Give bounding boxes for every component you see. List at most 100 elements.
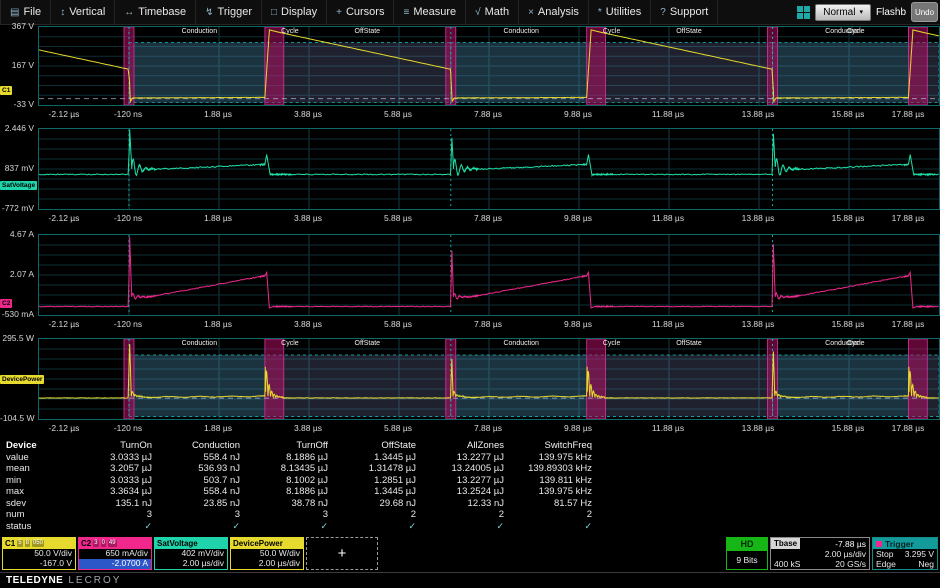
descriptor-badge: 0 <box>101 540 106 547</box>
y-axis-label: 167 V <box>0 60 34 70</box>
descriptor-line: -167.0 V <box>3 559 75 569</box>
descriptor-c1[interactable]: C15805050.0 V/div-167.0 V <box>2 537 76 570</box>
waveform-plot <box>39 27 939 105</box>
x-axis-label: 5.88 µs <box>353 213 443 223</box>
waveform-plot <box>39 129 939 209</box>
table-cell: 139.89303 kHz <box>504 463 592 475</box>
descriptor-devicepower[interactable]: DevicePower50.0 W/div2.00 µs/div <box>230 537 304 570</box>
waveform-grid-c2-current[interactable] <box>38 234 940 316</box>
trigger-source-swatch <box>876 541 882 547</box>
x-axis-label: 13.88 µs <box>713 213 803 223</box>
y-axis-label: 295.5 W <box>0 333 34 343</box>
table-cell: 1.31478 µJ <box>328 463 416 475</box>
x-axis-label: 3.88 µs <box>263 213 353 223</box>
table-row-label: status <box>6 521 64 533</box>
trigger-label: Trigger <box>885 539 914 549</box>
hd-bits: 9 Bits <box>727 551 767 569</box>
table-cell: 1.3445 µJ <box>328 452 416 464</box>
table-status-icon: ✓ <box>416 521 504 533</box>
bottom-spacer <box>380 537 724 570</box>
x-axis-labels: -2.12 µs-120 ns1.88 µs3.88 µs5.88 µs7.88… <box>0 106 940 124</box>
table-status-icon: ✓ <box>240 521 328 533</box>
table-cell: 3 <box>64 509 152 521</box>
channel-badge-c1-voltage[interactable]: C1 <box>0 86 12 95</box>
descriptor-badge: 3 <box>93 540 98 547</box>
descriptor-line: 2.00 µs/div <box>231 559 303 569</box>
panel-devicepower: 295.5 W95.5 W-104.5 WDevicePowerConducti… <box>0 338 940 440</box>
table-corner: Device <box>6 440 64 452</box>
descriptor-body: 650 mA/div-2.0700 A <box>79 549 151 569</box>
zone-label-conduction: Conduction <box>182 28 217 35</box>
table-col-header: TurnOff <box>240 440 328 452</box>
zone-label-conduction: Conduction <box>503 340 538 347</box>
table-cell: 3.3634 µJ <box>64 486 152 498</box>
tbase-samples: 400 kS <box>774 559 800 569</box>
x-axis-label: 17.88 µs <box>863 319 940 329</box>
waveform-grid-c1-voltage[interactable]: ConductionCycleOffStateConductionCycleOf… <box>38 26 940 106</box>
table-cell: 536.93 nJ <box>152 463 240 475</box>
trigger-header: Trigger <box>873 538 937 549</box>
y-axis-label: 4.67 A <box>0 229 34 239</box>
hd-indicator: HD9 Bits <box>726 537 768 570</box>
descriptor-body: 50.0 V/div-167.0 V <box>3 549 75 569</box>
x-axis-label: 5.88 µs <box>353 109 443 119</box>
descriptor-badge: 050 <box>32 540 44 547</box>
table-cell: 3.0333 µJ <box>64 452 152 464</box>
table-cell: 503.7 nJ <box>152 475 240 487</box>
x-axis-label: 7.88 µs <box>443 109 533 119</box>
descriptor-bar: C15805050.0 V/div-167.0 VC23049650 mA/di… <box>0 537 940 570</box>
x-axis-label: 1.88 µs <box>173 319 263 329</box>
logo-lecroy: LECROY <box>68 575 121 586</box>
add-trace-button[interactable]: + <box>306 537 378 570</box>
table-cell: 1.3445 µJ <box>328 486 416 498</box>
x-axis-label: 9.88 µs <box>533 319 623 329</box>
table-cell: 23.85 nJ <box>152 498 240 510</box>
x-axis-labels: -2.12 µs-120 ns1.88 µs3.88 µs5.88 µs7.88… <box>0 210 940 228</box>
tbase-rate: 20 GS/s <box>835 559 866 569</box>
x-axis-label: 3.88 µs <box>263 109 353 119</box>
x-axis-label: 13.88 µs <box>713 423 803 433</box>
x-axis-label: 7.88 µs <box>443 319 533 329</box>
descriptor-satvoltage[interactable]: SatVoltage402 mV/div2.00 µs/div <box>154 537 228 570</box>
waveform-plot <box>39 235 939 315</box>
x-axis-label: -120 ns <box>83 213 173 223</box>
x-axis-label: 5.88 µs <box>353 319 443 329</box>
table-cell: 135.1 nJ <box>64 498 152 510</box>
descriptor-line: 2.00 µs/div <box>155 559 227 569</box>
trigger-row-right: Neg <box>918 559 934 569</box>
waveform-grid-satvoltage[interactable] <box>38 128 940 210</box>
table-cell: 13.2277 µJ <box>416 452 504 464</box>
descriptor-body: 50.0 W/div2.00 µs/div <box>231 549 303 569</box>
x-axis-label: -120 ns <box>83 109 173 119</box>
descriptor-channel-label: C2 <box>81 538 91 549</box>
table-row-label: mean <box>6 463 64 475</box>
table-col-header: TurnOn <box>64 440 152 452</box>
panel-satvoltage: 2.446 V837 mV-772 mVSatVoltage-2.12 µs-1… <box>0 128 940 230</box>
tbase-scale: 2.00 µs/div <box>771 549 869 559</box>
x-axis-label: 5.88 µs <box>353 423 443 433</box>
zone-label-conduction: Conduction <box>503 28 538 35</box>
table-cell: 81.57 Hz <box>504 498 592 510</box>
channel-badge-c2-current[interactable]: C2 <box>0 299 12 308</box>
tbase-chip: Tbase <box>771 538 800 549</box>
trigger-descriptor[interactable]: TriggerStop3.295 VEdgeNeg <box>872 537 938 570</box>
waveform-grid-devicepower[interactable]: ConductionCycleOffStateConductionCycleOf… <box>38 338 940 420</box>
y-axis-label: 367 V <box>0 21 34 31</box>
table-cell: 3.2057 µJ <box>64 463 152 475</box>
x-axis-label: 1.88 µs <box>173 109 263 119</box>
table-cell: 8.1886 µJ <box>240 486 328 498</box>
timebase-descriptor[interactable]: Tbase-7.88 µs2.00 µs/div400 kS20 GS/s <box>770 537 870 570</box>
table-row-label: max <box>6 486 64 498</box>
zone-label-offstate: OffState <box>676 340 702 347</box>
panel-c2-current: 4.67 A2.07 A-530 mAC2-2.12 µs-120 ns1.88… <box>0 234 940 336</box>
x-axis-labels: -2.12 µs-120 ns1.88 µs3.88 µs5.88 µs7.88… <box>0 420 940 438</box>
zone-label-offstate: OffState <box>355 28 381 35</box>
zone-label-cycle: Cycle <box>281 28 299 35</box>
zone-label-conduction: Conduction <box>182 340 217 347</box>
zone-label-cycle: Cycle <box>281 340 299 347</box>
table-cell: 13.2277 µJ <box>416 475 504 487</box>
descriptor-c2[interactable]: C23049650 mA/div-2.0700 A <box>78 537 152 570</box>
zone-label-cycle: Cycle <box>603 28 621 35</box>
channel-badge-devicepower[interactable]: DevicePower <box>0 375 44 384</box>
channel-badge-satvoltage[interactable]: SatVoltage <box>0 181 37 190</box>
